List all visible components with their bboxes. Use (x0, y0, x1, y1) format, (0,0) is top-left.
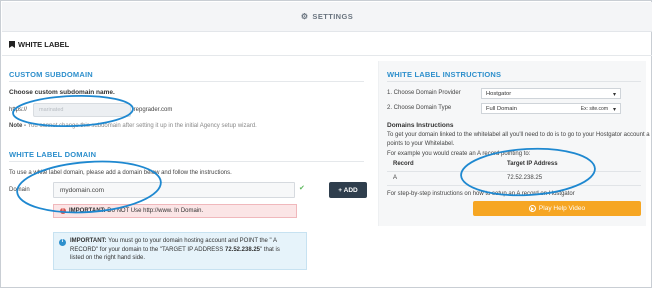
annotation-ellipse-domain (16, 160, 162, 214)
annotation-ellipse-subdomain (12, 94, 134, 128)
settings-window: ⚙ SETTINGS WHITE LABEL CUSTOM SUBDOMAIN … (0, 0, 652, 288)
annotation-ellipse-ip (460, 147, 596, 197)
annotation-overlay (12, 94, 596, 214)
